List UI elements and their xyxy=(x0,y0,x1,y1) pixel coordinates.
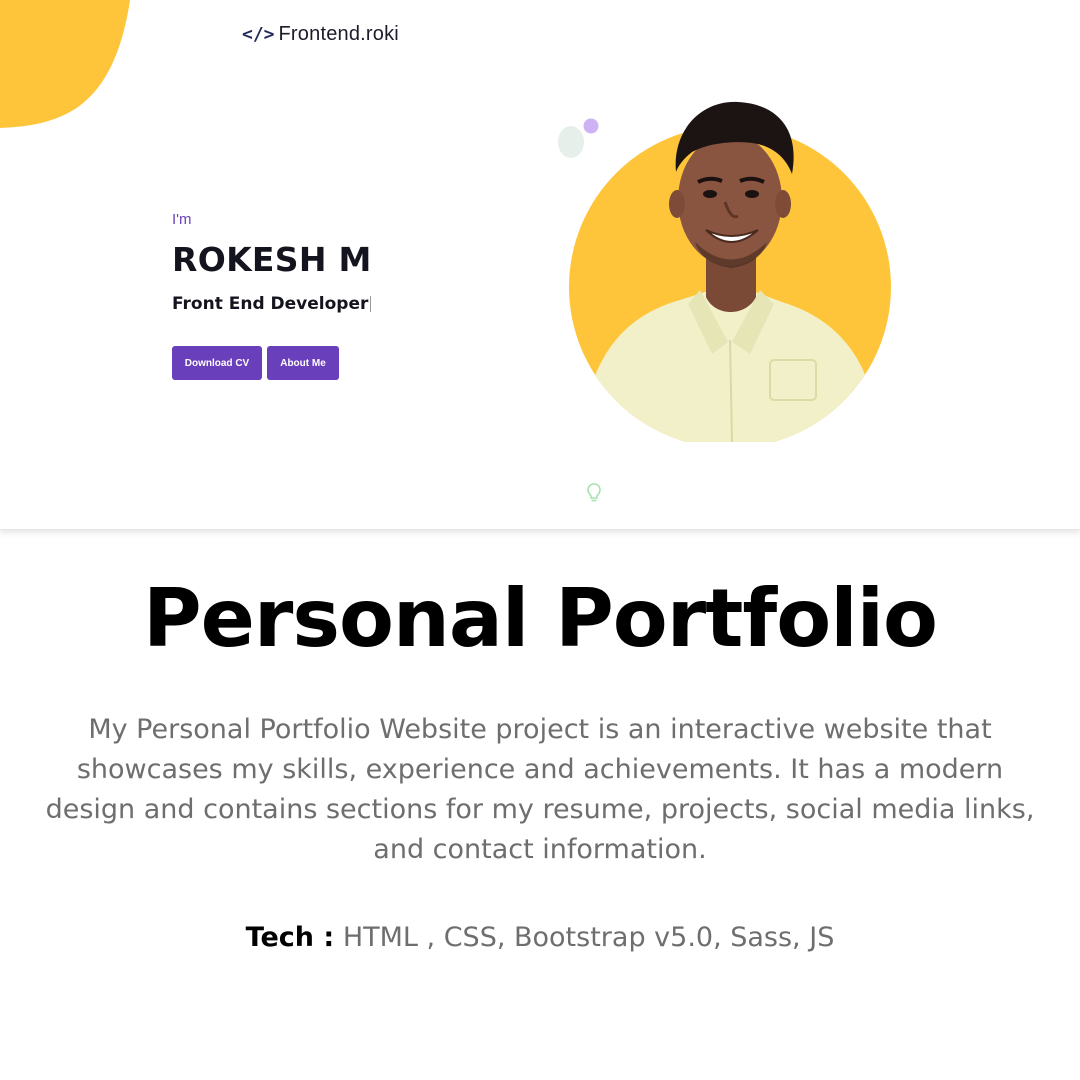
developer-name: ROKESH M xyxy=(172,240,372,279)
typing-caret xyxy=(370,296,372,312)
download-cv-button[interactable]: Download CV xyxy=(172,346,262,380)
tech-stack: Tech : HTML , CSS, Bootstrap v5.0, Sass,… xyxy=(0,922,1080,953)
developer-role: Front End Developer xyxy=(172,294,372,314)
project-description: My Personal Portfolio Website project is… xyxy=(45,714,1035,865)
project-title: Personal Portfolio xyxy=(143,572,938,665)
code-brackets-icon: </> xyxy=(242,23,275,45)
tech-list: HTML , CSS, Bootstrap v5.0, Sass, JS xyxy=(334,922,835,953)
lightbulb-icon xyxy=(587,483,601,502)
tech-label: Tech : xyxy=(245,922,335,953)
page: </> Frontend.roki I'm ROKESH M Front End… xyxy=(0,0,1080,1080)
portfolio-screenshot: </> Frontend.roki I'm ROKESH M Front End… xyxy=(0,0,1080,530)
intro-text: I'm xyxy=(172,211,192,228)
site-logo[interactable]: </> Frontend.roki xyxy=(242,9,399,59)
logo-text: Frontend.roki xyxy=(278,22,399,45)
role-text: Front End Developer xyxy=(172,294,369,314)
profile-photo xyxy=(569,101,891,442)
corner-yellow-blob xyxy=(0,0,130,128)
about-me-button[interactable]: About Me xyxy=(267,346,339,380)
